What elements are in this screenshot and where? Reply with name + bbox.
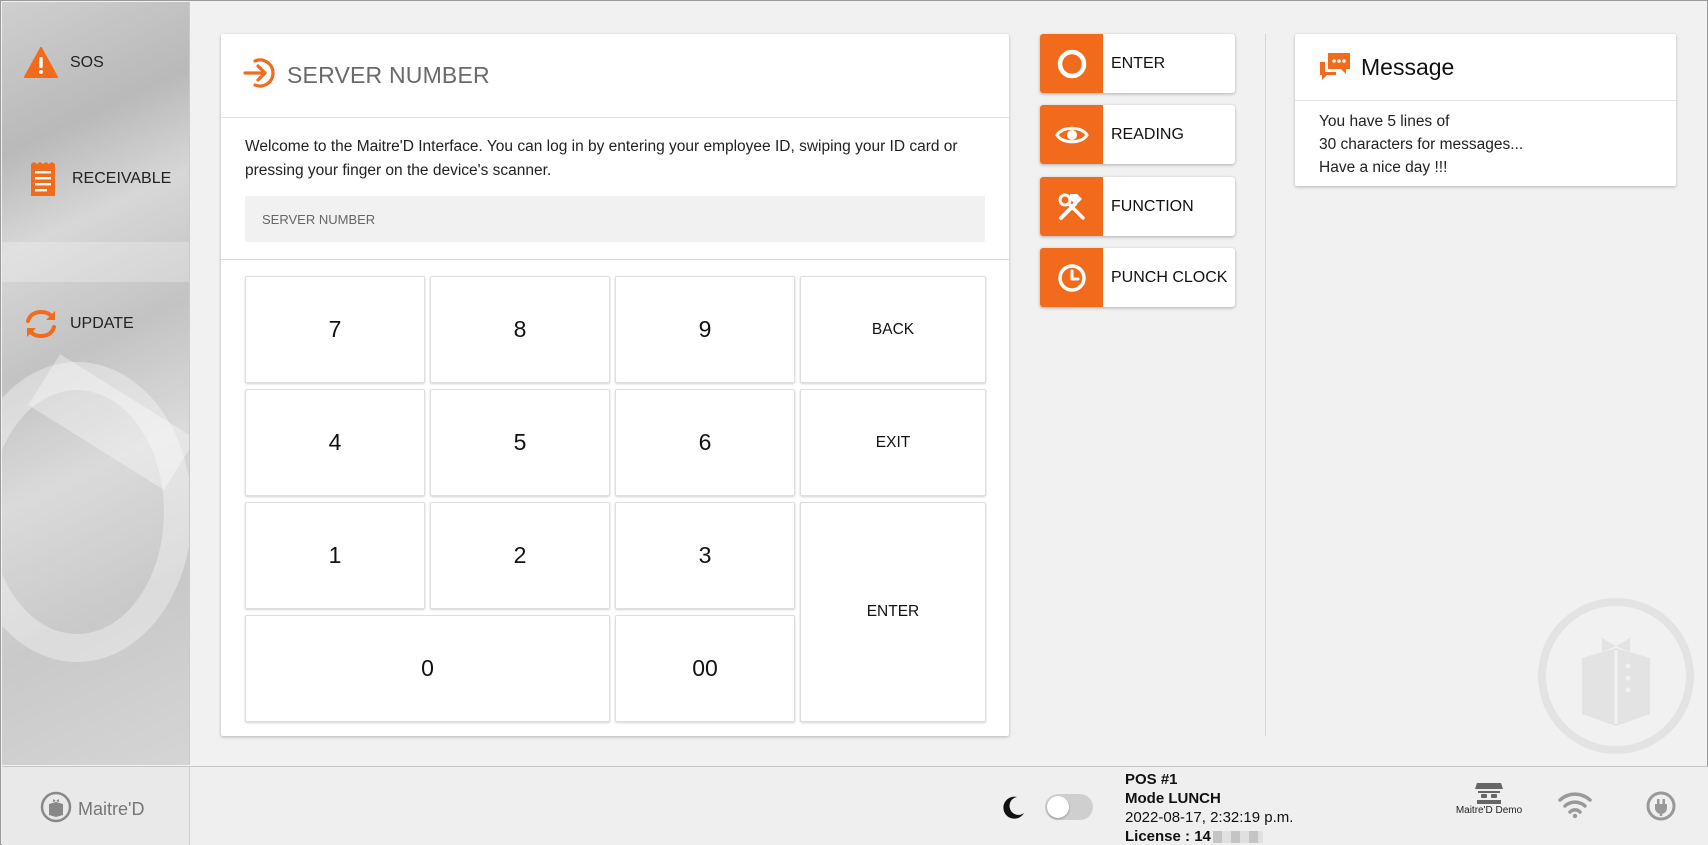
action-label: READING: [1111, 125, 1184, 143]
circle-icon: [1040, 34, 1103, 93]
clock-icon: [1040, 248, 1103, 307]
sidebar-background-decoration: [2, 242, 189, 282]
function-action-button[interactable]: FUNCTION: [1040, 177, 1235, 236]
pos-info: POS #1 Mode LUNCH 2022-08-17, 2:32:19 p.…: [1125, 770, 1293, 845]
dark-mode-toggle[interactable]: [1045, 794, 1093, 820]
enter-action-button[interactable]: ENTER: [1040, 34, 1235, 93]
punch-clock-action-button[interactable]: PUNCH CLOCK: [1040, 248, 1235, 307]
sidebar-item-label: SOS: [70, 54, 104, 71]
sign-in-icon: [243, 57, 277, 94]
back-button[interactable]: BACK: [800, 276, 986, 383]
message-card: Message You have 5 lines of 30 character…: [1295, 34, 1676, 186]
key-7[interactable]: 7: [245, 276, 425, 383]
message-body: You have 5 lines of 30 characters for me…: [1319, 110, 1523, 179]
maitred-watermark-logo: [1536, 596, 1696, 761]
store-icon: [1452, 781, 1526, 805]
key-9[interactable]: 9: [615, 276, 795, 383]
warning-icon: [24, 47, 58, 79]
key-0[interactable]: 0: [245, 615, 610, 722]
key-8[interactable]: 8: [430, 276, 610, 383]
column-divider: [1265, 34, 1266, 736]
key-4[interactable]: 4: [245, 389, 425, 496]
message-line: Have a nice day !!!: [1319, 159, 1448, 176]
chat-icon: [1318, 50, 1352, 85]
key-2[interactable]: 2: [430, 502, 610, 609]
sidebar: SOS RECEIVABLE UPDATE: [2, 2, 190, 765]
reading-action-button[interactable]: READING: [1040, 105, 1235, 164]
message-title: Message: [1361, 53, 1455, 80]
pos-mode: Mode LUNCH: [1125, 790, 1221, 807]
sidebar-item-sos[interactable]: SOS: [24, 47, 104, 79]
key-3[interactable]: 3: [615, 502, 795, 609]
exit-button[interactable]: EXIT: [800, 389, 986, 496]
pos-datetime: 2022-08-17, 2:32:19 p.m.: [1125, 809, 1294, 826]
license-redacted: [1212, 831, 1263, 844]
sidebar-item-label: UPDATE: [70, 315, 134, 332]
maitred-logo-icon: [40, 791, 72, 828]
toggle-knob: [1047, 796, 1069, 818]
status-bar: Maitre'D POS #1 Mode LUNCH 2022-08-17, 2…: [2, 766, 1708, 845]
sync-icon: [24, 309, 58, 339]
action-label: PUNCH CLOCK: [1111, 268, 1228, 286]
divider: [221, 259, 1009, 260]
sidebar-item-label: RECEIVABLE: [72, 170, 172, 187]
maitred-demo-status[interactable]: Maitre'D Demo: [1452, 781, 1526, 816]
sidebar-item-update[interactable]: UPDATE: [24, 309, 134, 339]
tools-icon: [1040, 177, 1103, 236]
power-plug-icon: [1646, 791, 1676, 826]
server-number-input[interactable]: [245, 196, 985, 242]
pos-number: POS #1: [1125, 771, 1178, 788]
message-line: 30 characters for messages...: [1319, 136, 1524, 153]
key-6[interactable]: 6: [615, 389, 795, 496]
eye-icon: [1040, 105, 1103, 164]
moon-icon: [1000, 794, 1026, 825]
brand-name: Maitre'D: [78, 799, 145, 819]
action-label: FUNCTION: [1111, 197, 1194, 215]
key-00[interactable]: 00: [615, 615, 795, 722]
message-header: Message: [1295, 34, 1676, 101]
message-line: You have 5 lines of: [1319, 113, 1450, 130]
sidebar-item-receivable[interactable]: RECEIVABLE: [24, 162, 171, 196]
app-window: SOS RECEIVABLE UPDATE SERVER NUMBER Welc…: [0, 0, 1708, 845]
login-card: SERVER NUMBER Welcome to the Maitre'D In…: [221, 34, 1009, 736]
wifi-icon: [1558, 791, 1592, 824]
license-label: License : 14: [1125, 828, 1211, 845]
login-title: SERVER NUMBER: [287, 62, 490, 88]
demo-label: Maitre'D Demo: [1455, 805, 1523, 816]
login-header: SERVER NUMBER: [221, 34, 1009, 118]
welcome-text: Welcome to the Maitre'D Interface. You c…: [245, 138, 958, 179]
brand-area: Maitre'D: [2, 767, 190, 845]
receipt-icon: [24, 162, 60, 196]
key-1[interactable]: 1: [245, 502, 425, 609]
action-label: ENTER: [1111, 54, 1166, 72]
key-5[interactable]: 5: [430, 389, 610, 496]
keypad-enter-button[interactable]: ENTER: [800, 502, 986, 722]
brand: Maitre'D: [40, 791, 144, 828]
